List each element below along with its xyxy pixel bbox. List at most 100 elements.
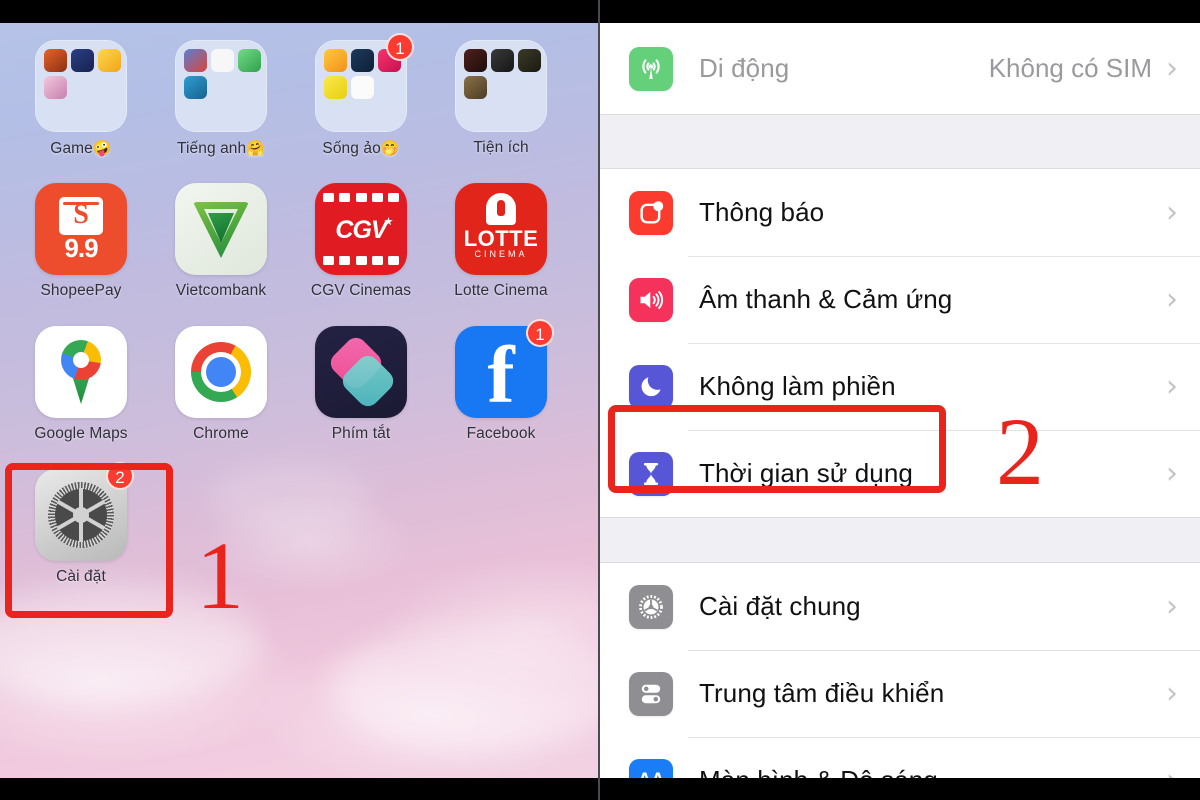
mini-icon <box>464 49 487 72</box>
app-label: Tiếng anh🤗 <box>176 140 266 157</box>
notification-badge: 1 <box>526 319 554 347</box>
app-label: Facebook <box>466 425 536 442</box>
folder-tile[interactable] <box>35 40 127 132</box>
screenshot-root: Game🤪 Tiếng anh🤗 1 Sống ảo🤭 Tiện ích S 9… <box>0 0 1200 800</box>
app-label: Google Maps <box>34 425 128 442</box>
app-tile[interactable]: 9.9 <box>35 183 127 275</box>
settings-section-gap <box>600 517 1200 563</box>
app-tile[interactable] <box>315 326 407 418</box>
mini-icon <box>211 49 234 72</box>
panel-divider <box>598 0 600 800</box>
app-shopeepay[interactable]: 9.9 ShopeePay <box>18 183 144 300</box>
settings-row-di-dong[interactable]: Di động Không có SIM › <box>600 23 1200 114</box>
folder-preview-grid <box>35 40 127 132</box>
do-not-disturb-icon <box>629 364 673 409</box>
chevron-right-icon: › <box>1166 588 1178 624</box>
app-icon-grid: Game🤪 Tiếng anh🤗 1 Sống ảo🤭 Tiện ích S 9… <box>0 23 598 778</box>
folder-preview-grid <box>175 40 267 132</box>
top-black-bar <box>600 0 1200 23</box>
chrome-icon <box>175 326 267 418</box>
mini-icon <box>184 49 207 72</box>
app-label: CGV Cinemas <box>310 282 412 299</box>
mini-icon <box>324 76 347 99</box>
annotation-number-step-1: 1 <box>196 522 244 629</box>
app-label: Chrome <box>193 425 249 442</box>
cellular-icon <box>629 46 673 91</box>
app-label: Sống ảo🤭 <box>322 140 400 157</box>
mini-icon <box>464 76 487 99</box>
settings-row-label: Không làm phiền <box>699 371 896 401</box>
settings-row-cai-dat-chung[interactable]: Cài đặt chung › <box>600 563 1200 650</box>
sounds-haptics-icon <box>629 277 673 322</box>
settings-row-thong-bao[interactable]: Thông báo › <box>600 169 1200 256</box>
annotation-box-step-1 <box>5 463 173 618</box>
app-tile[interactable]: LOTTE CINEMA <box>455 183 547 275</box>
app-label: Phím tắt <box>331 425 391 442</box>
folder-tile[interactable] <box>175 40 267 132</box>
app-label: Game🤪 <box>50 140 112 157</box>
mini-icon <box>324 49 347 72</box>
chevron-right-icon: › <box>1166 194 1178 230</box>
mini-icon <box>184 76 207 99</box>
folder-preview-grid <box>455 40 547 132</box>
app-facebook[interactable]: f 1 Facebook <box>438 319 564 443</box>
vietcombank-icon <box>175 183 267 275</box>
app-folder-game[interactable]: Game🤪 <box>18 40 144 158</box>
chevron-right-icon: › <box>1166 675 1178 711</box>
settings-section-gap <box>600 114 1200 169</box>
app-tile[interactable] <box>35 326 127 418</box>
settings-row-label: Trung tâm điều khiển <box>699 678 945 708</box>
settings-row-trung-tam-dieu-khien[interactable]: Trung tâm điều khiển › <box>600 650 1200 737</box>
app-shortcuts[interactable]: Phím tắt <box>298 326 424 443</box>
app-label: ShopeePay <box>40 282 122 299</box>
mini-icon <box>491 49 514 72</box>
app-chrome[interactable]: Chrome <box>158 326 284 443</box>
settings-panel: Di động Không có SIM › Thông báo › Âm th… <box>600 0 1200 800</box>
settings-row-label: Di động <box>699 53 790 83</box>
app-tile[interactable] <box>175 183 267 275</box>
top-black-bar <box>0 0 598 23</box>
google-maps-icon <box>35 326 127 418</box>
app-vietcombank[interactable]: Vietcombank <box>158 183 284 300</box>
app-folder-song-ao[interactable]: 1 Sống ảo🤭 <box>298 33 424 158</box>
chevron-right-icon: › <box>1166 368 1178 404</box>
folder-tile[interactable]: 1 <box>315 33 414 132</box>
settings-row-label: Cài đặt chung <box>699 591 861 621</box>
bottom-black-bar <box>600 778 1200 800</box>
control-center-icon <box>629 671 673 716</box>
settings-row-label: Thông báo <box>699 197 825 227</box>
app-label: Lotte Cinema <box>454 282 548 299</box>
mini-icon <box>44 76 67 99</box>
bottom-black-bar <box>0 778 598 800</box>
settings-row-label: Âm thanh & Cảm ứng <box>699 284 953 314</box>
settings-row-am-thanh-cam-ung[interactable]: Âm thanh & Cảm ứng › <box>600 256 1200 343</box>
app-cgv-cinemas[interactable]: CGV CGV Cinemas <box>298 183 424 300</box>
app-folder-tien-ich[interactable]: Tiện ích <box>438 40 564 157</box>
cgv-icon: CGV <box>315 183 407 275</box>
app-tile[interactable]: CGV <box>315 183 407 275</box>
app-label: Tiện ích <box>473 139 529 156</box>
mini-icon <box>71 49 94 72</box>
chevron-right-icon: › <box>1166 281 1178 317</box>
mini-icon <box>44 49 67 72</box>
settings-row-value: Không có SIM <box>988 53 1152 83</box>
chevron-right-icon: › <box>1166 50 1178 86</box>
app-tile[interactable] <box>175 326 267 418</box>
chevron-right-icon: › <box>1166 455 1178 491</box>
notifications-icon <box>629 190 673 235</box>
app-google-maps[interactable]: Google Maps <box>18 326 144 443</box>
shopee-sale-text: 9.9 <box>64 233 98 263</box>
app-folder-tieng-anh[interactable]: Tiếng anh🤗 <box>158 40 284 158</box>
home-screen-panel: Game🤪 Tiếng anh🤗 1 Sống ảo🤭 Tiện ích S 9… <box>0 0 598 800</box>
shortcuts-icon <box>315 326 407 418</box>
notification-badge: 1 <box>386 33 414 61</box>
mini-icon <box>518 49 541 72</box>
annotation-number-step-2: 2 <box>996 398 1044 505</box>
settings-group-cellular: Di động Không có SIM › <box>600 23 1200 114</box>
app-tile[interactable]: f 1 <box>455 319 554 418</box>
cgv-wordmark: CGV <box>335 216 387 244</box>
folder-tile[interactable] <box>455 40 547 132</box>
mini-icon <box>351 49 374 72</box>
app-lotte-cinema[interactable]: LOTTE CINEMA Lotte Cinema <box>438 183 564 300</box>
annotation-box-step-2 <box>608 405 946 493</box>
